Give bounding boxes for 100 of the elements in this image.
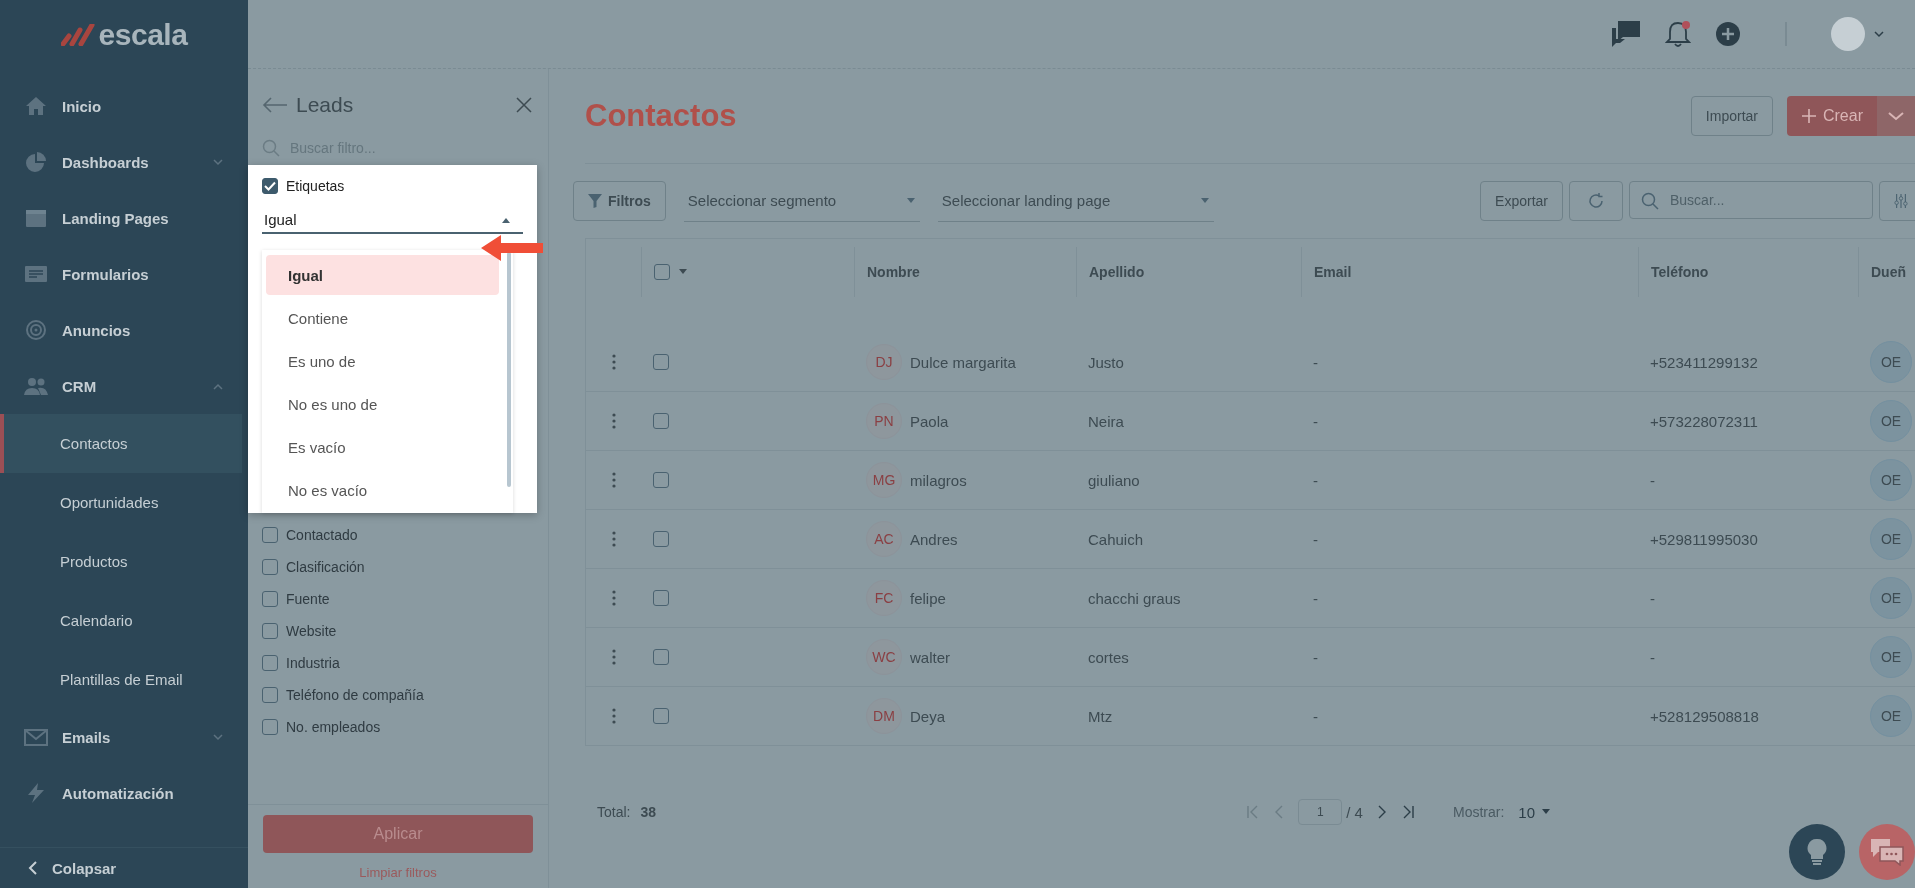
email-cell: - [1313, 589, 1318, 607]
checkbox[interactable] [262, 719, 278, 735]
funnel-icon [588, 194, 602, 208]
back-arrow-icon[interactable] [262, 97, 288, 113]
phone-cell: - [1650, 589, 1655, 607]
checkbox[interactable] [262, 655, 278, 671]
lightbulb-icon [1807, 838, 1827, 866]
chevron-left-icon [28, 860, 38, 876]
name-cell: Paola [910, 412, 949, 430]
filter-label: Etiquetas [286, 178, 345, 194]
nav-subitem[interactable]: Oportunidades [0, 473, 242, 532]
show-label: Mostrar: [1452, 804, 1505, 820]
close-icon[interactable] [516, 97, 532, 113]
email-cell: - [1313, 707, 1318, 725]
nav-item[interactable]: Emails [0, 709, 248, 765]
dropdown-option[interactable]: No es vacío [266, 470, 499, 510]
row-checkbox[interactable] [653, 708, 669, 724]
search-field[interactable]: Buscar... [1629, 181, 1873, 219]
nav-item[interactable]: CRM [0, 358, 248, 414]
more-options-icon[interactable] [611, 472, 616, 488]
create-menu-button[interactable] [1877, 96, 1915, 136]
chat-bubbles-icon [1870, 838, 1904, 866]
operator-select[interactable]: Igual [262, 199, 523, 234]
email-cell: - [1313, 412, 1318, 430]
next-page-icon[interactable] [1376, 805, 1387, 819]
row-checkbox[interactable] [653, 531, 669, 547]
landing-page-select[interactable]: Seleccionar landing page [937, 180, 1214, 222]
checkbox[interactable] [262, 559, 278, 575]
home-icon [24, 95, 48, 117]
chat-icon[interactable] [1611, 20, 1641, 48]
nav-item[interactable]: Dashboards [0, 134, 248, 190]
nav-item[interactable]: Automatización [0, 765, 248, 821]
caret-icon [501, 216, 511, 223]
scrollbar[interactable] [507, 252, 511, 487]
email-cell: - [1313, 471, 1318, 489]
last-name-cell: Justo [1088, 353, 1124, 371]
row-checkbox[interactable] [653, 413, 669, 429]
row-checkbox[interactable] [653, 354, 669, 370]
refresh-button[interactable] [1569, 181, 1623, 221]
nav-subitem[interactable]: Plantillas de Email [0, 650, 242, 709]
nav-subitem[interactable]: Contactos [0, 414, 242, 473]
checkbox[interactable] [262, 178, 278, 194]
checkbox[interactable] [262, 623, 278, 639]
caret-icon [905, 197, 916, 204]
nav-item[interactable]: Landing Pages [0, 190, 248, 246]
dropdown-option[interactable]: Es uno de [266, 341, 499, 381]
chat-button[interactable] [1859, 824, 1915, 880]
more-options-icon[interactable] [611, 531, 616, 547]
more-options-icon[interactable] [611, 354, 616, 370]
search-icon [262, 139, 280, 157]
dropdown-option[interactable]: No es uno de [266, 384, 499, 424]
bell-icon[interactable] [1665, 20, 1691, 48]
checkbox[interactable] [262, 527, 278, 543]
total-label: Total: [597, 804, 631, 820]
nav-item[interactable]: Anuncios [0, 302, 248, 358]
dropdown-option[interactable]: Contiene [266, 298, 499, 338]
select-all-checkbox[interactable] [654, 264, 670, 280]
row-checkbox[interactable] [653, 590, 669, 606]
initials-avatar: PN [866, 403, 902, 439]
email-cell: - [1313, 353, 1318, 371]
nav-subitem[interactable]: Productos [0, 532, 242, 591]
email-cell: - [1313, 648, 1318, 666]
import-button[interactable]: Importar [1690, 96, 1773, 136]
collapse-button[interactable]: Colapsar [0, 847, 248, 888]
panel-title: Leads [296, 93, 355, 117]
owner-avatar: OE [1870, 459, 1912, 501]
tips-button[interactable] [1789, 824, 1845, 880]
chevron-down-icon[interactable] [1873, 30, 1885, 38]
initials-avatar: FC [866, 580, 902, 616]
filter-label: No. empleados [286, 719, 381, 735]
filter-label: Fuente [286, 591, 330, 607]
dropdown-option[interactable]: Igual [266, 255, 499, 295]
name-cell: felipe [910, 589, 946, 607]
more-options-icon[interactable] [611, 649, 616, 665]
name-cell: Deya [910, 707, 946, 725]
caret-icon[interactable] [678, 269, 688, 275]
checkbox[interactable] [262, 591, 278, 607]
sliders-icon [1894, 192, 1908, 210]
last-name-cell: chacchi graus [1088, 589, 1181, 607]
previous-page-icon[interactable] [1274, 805, 1285, 819]
export-button[interactable]: Exportar [1480, 181, 1563, 221]
segment-select[interactable]: Seleccionar segmento [683, 180, 920, 222]
more-options-icon[interactable] [611, 413, 616, 429]
last-name-cell: cortes [1088, 648, 1129, 666]
add-icon[interactable] [1715, 21, 1741, 47]
column-settings-button[interactable] [1879, 181, 1915, 221]
row-checkbox[interactable] [653, 472, 669, 488]
checkbox[interactable] [262, 687, 278, 703]
per-page-select[interactable]: 10 [1518, 803, 1551, 821]
row-checkbox[interactable] [653, 649, 669, 665]
more-options-icon[interactable] [611, 590, 616, 606]
more-options-icon[interactable] [611, 708, 616, 724]
dropdown-option[interactable]: Es vacío [266, 427, 499, 467]
nav-item[interactable]: Formularios [0, 246, 248, 302]
plus-icon [1801, 108, 1817, 124]
pie-chart-icon [24, 151, 48, 173]
nav-item[interactable]: Inicio [0, 78, 248, 134]
avatar[interactable] [1831, 17, 1865, 51]
nav-subitem[interactable]: Calendario [0, 591, 242, 650]
phone-cell: +528129508818 [1650, 707, 1759, 725]
